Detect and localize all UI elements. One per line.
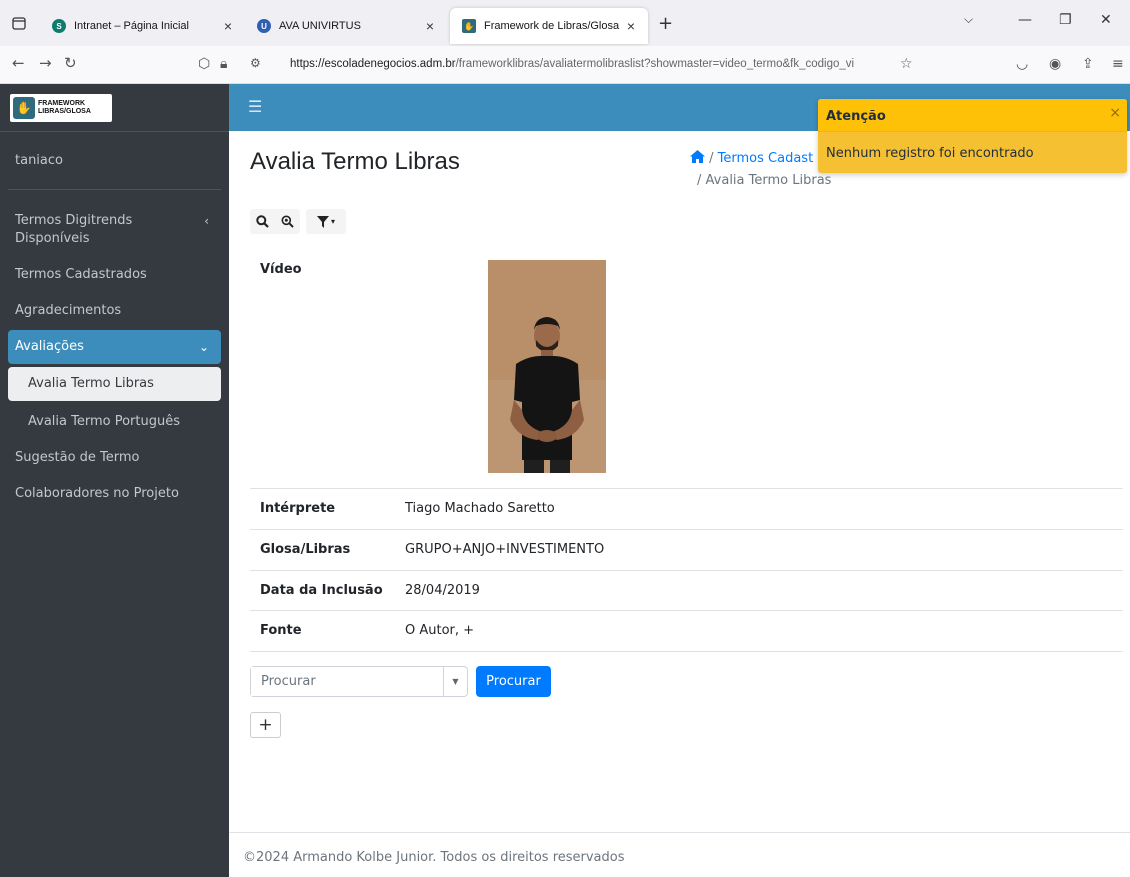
browser-tab-ava[interactable]: U AVA UNIVIRTUS × bbox=[245, 8, 447, 44]
user-name[interactable]: taniaco bbox=[15, 153, 63, 168]
sidebar-item-termos-digitrends[interactable]: Termos Digitrends Disponíveis ‹ bbox=[8, 204, 221, 256]
search-icon bbox=[256, 215, 269, 228]
field-label-data-inclusao: Data da Inclusão bbox=[260, 583, 383, 598]
field-value-data-inclusao: 28/04/2019 bbox=[405, 583, 480, 598]
pocket-icon[interactable]: ◡ bbox=[1016, 56, 1028, 72]
minimize-icon[interactable]: — bbox=[1018, 12, 1032, 28]
row-divider bbox=[250, 488, 1123, 489]
toast-title: Atenção bbox=[826, 109, 886, 124]
sidebar-item-avalia-termo-libras[interactable]: Avalia Termo Libras bbox=[8, 367, 221, 401]
restore-icon[interactable]: ❐ bbox=[1059, 12, 1072, 28]
tab-list-icon[interactable] bbox=[12, 17, 26, 30]
home-icon[interactable] bbox=[690, 150, 705, 163]
main-content: Avalia Termo Libras / Termos Cadast / Av… bbox=[229, 131, 1130, 831]
interpreter-video-thumbnail bbox=[488, 260, 606, 473]
field-value-glosa: GRUPO+ANJO+INVESTIMENTO bbox=[405, 542, 605, 557]
hand-icon: ✋ bbox=[13, 96, 35, 119]
field-label-fonte: Fonte bbox=[260, 623, 302, 638]
plus-icon: + bbox=[258, 715, 273, 735]
copyright-text: ©2024 Armando Kolbe Junior. Todos os dir… bbox=[243, 850, 625, 865]
browser-toolbar: ← → ↻ ⬡ 🔒︎ ⚙ https://escoladenegocios.ad… bbox=[0, 46, 1130, 84]
hamburger-icon[interactable]: ☰ bbox=[248, 97, 262, 116]
row-divider bbox=[250, 529, 1123, 530]
field-value-interprete: Tiago Machado Saretto bbox=[405, 501, 555, 516]
footer: ©2024 Armando Kolbe Junior. Todos os dir… bbox=[229, 832, 1130, 877]
window-close-icon[interactable]: ✕ bbox=[1100, 12, 1112, 28]
address-bar[interactable]: https://escoladenegocios.adm.br/framewor… bbox=[290, 58, 890, 70]
bookmark-star-icon[interactable]: ☆ bbox=[900, 56, 913, 72]
search-options-dropdown[interactable]: ▼ bbox=[443, 667, 467, 696]
reload-icon[interactable]: ↻ bbox=[64, 54, 77, 72]
add-record-button[interactable]: + bbox=[250, 712, 281, 738]
close-tab-icon[interactable]: × bbox=[624, 18, 638, 34]
field-label-interprete: Intérprete bbox=[260, 501, 336, 516]
row-divider bbox=[250, 610, 1123, 611]
filter-button[interactable]: ▾ bbox=[306, 209, 346, 234]
search-submit-button[interactable]: Procurar bbox=[476, 666, 551, 697]
sidebar-item-colaboradores[interactable]: Colaboradores no Projeto bbox=[8, 477, 221, 511]
list-toolbar: ▾ bbox=[250, 209, 346, 234]
sidebar-item-agradecimentos[interactable]: Agradecimentos bbox=[8, 294, 221, 328]
user-panel[interactable]: taniaco bbox=[8, 132, 221, 190]
shield-icon[interactable]: ⬡ bbox=[198, 56, 210, 72]
brand[interactable]: ✋ FRAMEWORK LIBRAS/GLOSA bbox=[0, 84, 229, 132]
video-label: Vídeo bbox=[260, 262, 302, 277]
framework-favicon-icon: ✋ bbox=[462, 19, 476, 33]
sidebar-item-avaliacoes[interactable]: Avaliações ⌄ bbox=[8, 330, 221, 364]
row-divider bbox=[250, 570, 1123, 571]
field-value-fonte: O Autor, + bbox=[405, 623, 475, 638]
page-title: Avalia Termo Libras bbox=[250, 148, 460, 175]
sidebar-item-termos-cadastrados[interactable]: Termos Cadastrados bbox=[8, 258, 221, 292]
tab-overflow-icon[interactable]: ⌵ bbox=[964, 12, 973, 27]
search-input[interactable] bbox=[251, 667, 431, 696]
lock-icon[interactable]: 🔒︎ bbox=[220, 56, 227, 72]
close-tab-icon[interactable]: × bbox=[221, 18, 235, 34]
close-tab-icon[interactable]: × bbox=[423, 18, 437, 34]
sidebar-item-avalia-termo-portugues[interactable]: Avalia Termo Português bbox=[8, 405, 221, 439]
search-field: ▼ bbox=[250, 666, 468, 697]
toast-header: Atenção × bbox=[818, 99, 1127, 132]
field-label-glosa: Glosa/Libras bbox=[260, 542, 351, 557]
forward-icon[interactable]: → bbox=[39, 54, 52, 72]
close-icon[interactable]: × bbox=[1109, 105, 1121, 121]
app-menu-icon[interactable]: ≡ bbox=[1112, 56, 1124, 72]
new-tab-icon[interactable]: + bbox=[658, 13, 673, 34]
sign-language-video[interactable] bbox=[488, 260, 606, 473]
brand-logo: ✋ FRAMEWORK LIBRAS/GLOSA bbox=[10, 93, 112, 122]
filter-icon bbox=[316, 215, 329, 228]
account-icon[interactable]: ◉ bbox=[1049, 56, 1061, 72]
browser-tab-bar: S Intranet – Página Inicial × U AVA UNIV… bbox=[0, 0, 1130, 46]
sidebar: ✋ FRAMEWORK LIBRAS/GLOSA taniaco Termos … bbox=[0, 84, 229, 877]
browser-tab-framework[interactable]: ✋ Framework de Libras/Glosa × bbox=[450, 8, 648, 44]
caret-down-icon: ▾ bbox=[330, 217, 335, 226]
permissions-icon[interactable]: ⚙ bbox=[250, 56, 261, 70]
chevron-left-icon: ‹ bbox=[204, 214, 209, 228]
row-divider bbox=[250, 651, 1123, 652]
alert-toast: Atenção × Nenhum registro foi encontrado bbox=[818, 99, 1127, 173]
zoom-icon bbox=[281, 215, 294, 228]
univirtus-favicon-icon: U bbox=[257, 19, 271, 33]
search-button[interactable] bbox=[250, 209, 275, 234]
sharepoint-favicon-icon: S bbox=[52, 19, 66, 33]
caret-down-icon: ▼ bbox=[452, 677, 459, 686]
advanced-search-button[interactable] bbox=[275, 209, 300, 234]
breadcrumb-current: Avalia Termo Libras bbox=[705, 173, 832, 188]
toast-message: Nenhum registro foi encontrado bbox=[826, 146, 1034, 161]
browser-tab-intranet[interactable]: S Intranet – Página Inicial × bbox=[40, 8, 245, 44]
breadcrumb: / Termos Cadast / Avalia Termo Libras bbox=[690, 148, 831, 192]
extensions-icon[interactable]: ⇪ bbox=[1082, 56, 1094, 72]
sidebar-item-sugestao-de-termo[interactable]: Sugestão de Termo bbox=[8, 441, 221, 475]
back-icon[interactable]: ← bbox=[12, 54, 25, 72]
breadcrumb-link-termos[interactable]: Termos Cadast bbox=[718, 151, 814, 166]
chevron-down-icon: ⌄ bbox=[198, 340, 209, 354]
sidebar-menu: Termos Digitrends Disponíveis ‹ Termos C… bbox=[0, 190, 229, 511]
